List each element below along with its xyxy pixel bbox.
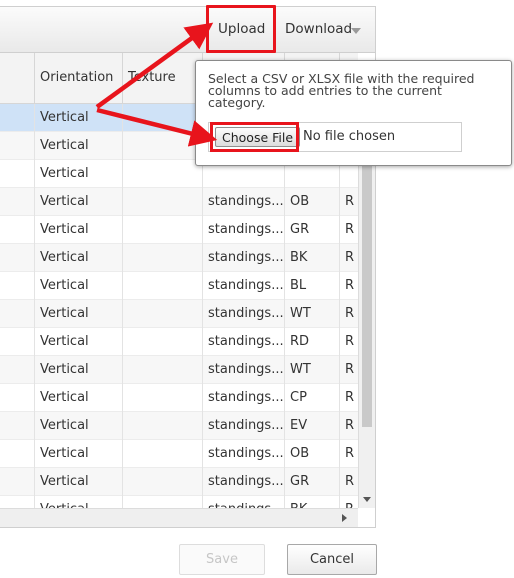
cell-texture — [122, 216, 202, 244]
cell-col3: standings... — [202, 216, 284, 244]
cell-orientation: Vertical — [34, 132, 122, 160]
cell-orientation: Vertical — [34, 440, 122, 468]
cell-orientation: Vertical — [34, 356, 122, 384]
cell-orientation: Vertical — [34, 384, 122, 412]
grid-body: Vertical Vertical Vertical Vertical standing… — [0, 104, 358, 524]
column-header-texture[interactable]: Texture — [122, 53, 202, 103]
cell-col3: standings... — [202, 384, 284, 412]
cell-texture — [122, 300, 202, 328]
table-row[interactable]: Vertical standings... CP R — [0, 384, 358, 412]
cell-orientation: Vertical — [34, 188, 122, 216]
cell-col3: standings... — [202, 440, 284, 468]
cell-texture — [122, 132, 202, 160]
table-row[interactable]: Vertical standings... RD R — [0, 328, 358, 356]
table-row[interactable]: Vertical standings... EV R — [0, 412, 358, 440]
horizontal-scrollbar[interactable] — [0, 508, 358, 527]
cell-col5: R — [339, 468, 358, 496]
table-row[interactable]: Vertical standings... OB R — [0, 188, 358, 216]
table-row[interactable]: Vertical standings... WT R — [0, 300, 358, 328]
column-header-orientation[interactable]: Orientation — [34, 53, 122, 103]
cell-col4: OB — [284, 440, 339, 468]
cell-col3: standings... — [202, 468, 284, 496]
cell-orientation: Vertical — [34, 328, 122, 356]
cell-col5: R — [339, 356, 358, 384]
cell-col3: standings... — [202, 244, 284, 272]
cell-col5: R — [339, 412, 358, 440]
cell-orientation: Vertical — [34, 160, 122, 188]
cell-texture — [122, 356, 202, 384]
cell-texture — [122, 468, 202, 496]
choose-file-highlight-box — [210, 122, 299, 152]
table-row[interactable]: Vertical standings... WT R — [0, 356, 358, 384]
cell-col5: R — [339, 244, 358, 272]
cell-col4: BK — [284, 244, 339, 272]
cell-col4: BL — [284, 272, 339, 300]
cancel-button[interactable]: Cancel — [287, 544, 377, 575]
save-button[interactable]: Save — [179, 544, 265, 575]
cell-texture — [122, 440, 202, 468]
scroll-right-icon[interactable] — [342, 514, 347, 522]
cell-texture — [122, 328, 202, 356]
cell-orientation: Vertical — [34, 468, 122, 496]
table-row[interactable]: Vertical standings... GR R — [0, 468, 358, 496]
upload-highlight-box — [206, 5, 276, 53]
cell-texture — [122, 244, 202, 272]
cell-orientation: Vertical — [34, 272, 122, 300]
cell-col3: standings... — [202, 188, 284, 216]
cell-col5: R — [339, 272, 358, 300]
cell-col4: OB — [284, 188, 339, 216]
cell-texture — [122, 160, 202, 188]
cell-texture — [122, 412, 202, 440]
cell-col5: R — [339, 384, 358, 412]
scroll-down-icon[interactable] — [363, 497, 371, 502]
cell-col3: standings... — [202, 412, 284, 440]
cell-col4: CP — [284, 384, 339, 412]
table-row[interactable]: Vertical standings... OB R — [0, 440, 358, 468]
cell-col4: WT — [284, 300, 339, 328]
upload-instructions: Select a CSV or XLSX file with the requi… — [208, 71, 475, 110]
cell-texture — [122, 272, 202, 300]
cell-col5: R — [339, 328, 358, 356]
cell-col3: standings... — [202, 356, 284, 384]
cell-col3: standings... — [202, 300, 284, 328]
cell-col5: R — [339, 300, 358, 328]
cell-col4: GR — [284, 216, 339, 244]
table-row[interactable]: Vertical standings... GR R — [0, 216, 358, 244]
cell-texture — [122, 384, 202, 412]
download-button[interactable]: Download — [285, 7, 352, 52]
cell-col4: WT — [284, 356, 339, 384]
caret-down-icon[interactable] — [351, 28, 361, 34]
cell-orientation: Vertical — [34, 412, 122, 440]
cell-texture — [122, 104, 202, 132]
cell-orientation: Vertical — [34, 244, 122, 272]
cell-orientation: Vertical — [34, 300, 122, 328]
table-row[interactable]: Vertical standings... BL R — [0, 272, 358, 300]
cell-col4: EV — [284, 412, 339, 440]
cell-col4: GR — [284, 468, 339, 496]
table-row[interactable]: Vertical standings...BKR — [0, 244, 358, 272]
cell-col3: standings... — [202, 272, 284, 300]
cell-col5: R — [339, 440, 358, 468]
grid-toolbar: Upload Download — [0, 5, 375, 53]
cell-texture — [122, 188, 202, 216]
cell-col5: R — [339, 188, 358, 216]
cell-col3: standings... — [202, 328, 284, 356]
cell-col5: R — [339, 216, 358, 244]
cell-col4: RD — [284, 328, 339, 356]
cell-orientation: Vertical — [34, 104, 122, 132]
cell-orientation: Vertical — [34, 216, 122, 244]
no-file-label: No file chosen — [303, 129, 396, 144]
